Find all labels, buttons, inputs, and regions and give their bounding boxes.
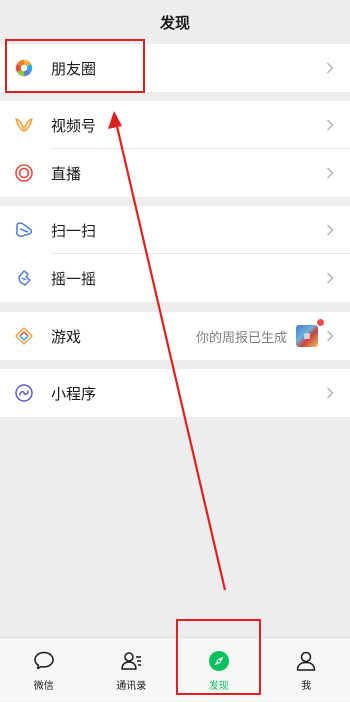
menu-item-live[interactable]: 直播: [0, 149, 350, 197]
channels-icon: [14, 115, 34, 135]
tab-label: 微信: [34, 677, 54, 692]
game-icon: [14, 326, 34, 346]
scan-icon: [14, 220, 34, 240]
live-icon: [14, 163, 34, 183]
menu-item-label: 扫一扫: [51, 220, 96, 241]
tab-label: 发现: [209, 677, 229, 692]
notification-dot: [317, 319, 324, 326]
tab-label: 我: [301, 677, 311, 692]
bottom-tab-bar: 微信 通讯录 发现 我: [0, 637, 350, 701]
moments-icon: [14, 58, 34, 78]
menu-item-label: 朋友圈: [51, 58, 96, 79]
weekly-report-notice: 你的周报已生成: [196, 327, 287, 346]
game-thumbnail: ▦: [296, 325, 318, 347]
top-bar: 发现: [0, 0, 350, 44]
page-title: 发现: [160, 12, 190, 33]
menu-item-label: 直播: [51, 163, 81, 184]
menu-item-moments[interactable]: 朋友圈: [0, 44, 350, 92]
menu-item-scan[interactable]: 扫一扫: [0, 206, 350, 254]
menu-item-channels[interactable]: 视频号: [0, 101, 350, 149]
game-thumbnail-graphic: ▦: [304, 332, 311, 340]
chevron-right-icon: [326, 387, 334, 399]
chevron-right-icon: [326, 224, 334, 236]
tab-me[interactable]: 我: [263, 638, 350, 702]
chat-bubble-icon: [32, 649, 56, 673]
compass-icon: [207, 649, 231, 673]
chevron-right-icon: [326, 330, 334, 342]
menu-item-label: 摇一摇: [51, 268, 96, 289]
tab-contacts[interactable]: 通讯录: [88, 638, 176, 702]
menu-item-game[interactable]: 游戏 你的周报已生成 ▦: [0, 312, 350, 360]
chevron-right-icon: [326, 272, 334, 284]
contacts-icon: [119, 649, 143, 673]
menu-item-label: 小程序: [51, 383, 96, 404]
tab-label: 通讯录: [116, 677, 146, 692]
tab-discover[interactable]: 发现: [175, 638, 263, 702]
chevron-right-icon: [326, 62, 334, 74]
menu-item-shake[interactable]: 摇一摇: [0, 254, 350, 302]
tab-chats[interactable]: 微信: [0, 638, 88, 702]
shake-icon: [14, 268, 34, 288]
menu-item-mini-programs[interactable]: 小程序: [0, 369, 350, 417]
chevron-right-icon: [326, 167, 334, 179]
mini-program-icon: [14, 383, 34, 403]
person-icon: [294, 649, 318, 673]
chevron-right-icon: [326, 119, 334, 131]
menu-item-label: 游戏: [51, 326, 81, 347]
menu-item-label: 视频号: [51, 115, 96, 136]
